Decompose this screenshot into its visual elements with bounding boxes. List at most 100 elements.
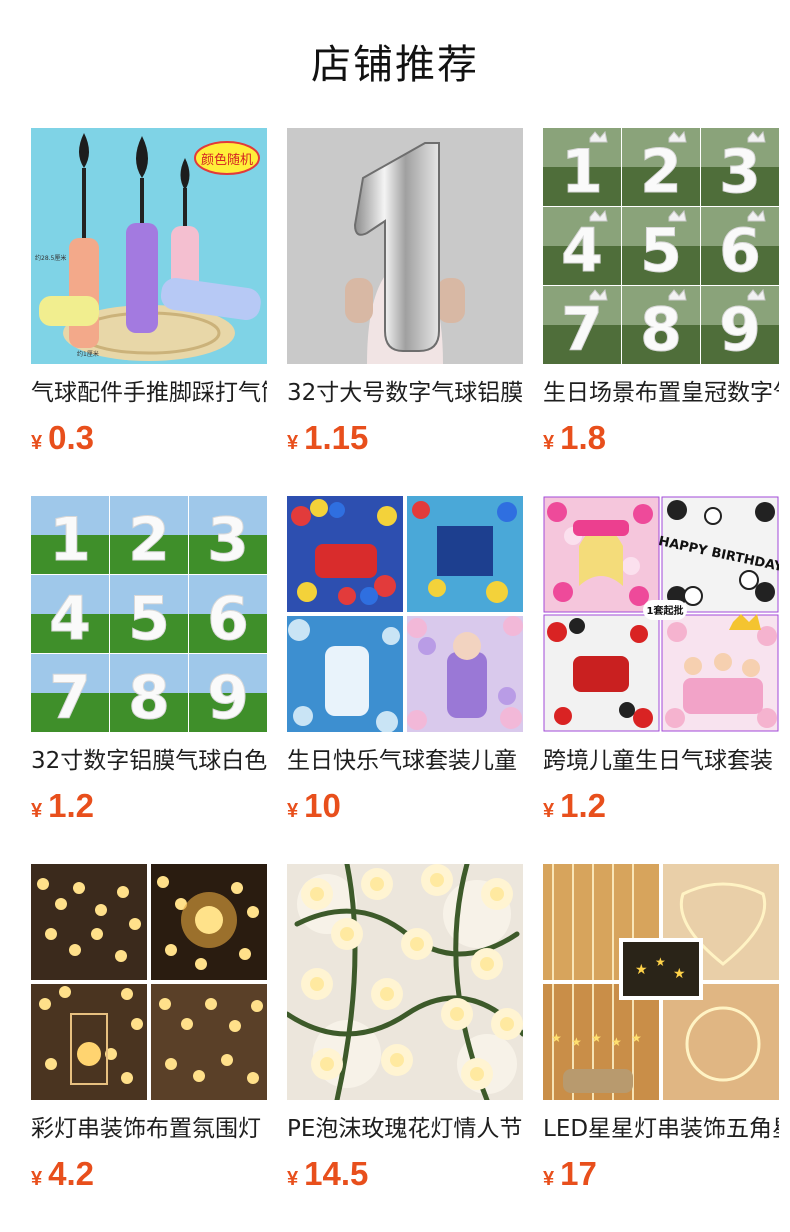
- product-name[interactable]: 跨境儿童生日气球套装: [543, 746, 779, 776]
- product-image: 1 2 3 4 5 6 7 8 9: [543, 128, 779, 364]
- light-dot: [45, 928, 57, 940]
- light-dot: [239, 948, 251, 960]
- currency-symbol: ¥: [31, 432, 43, 454]
- svg-text:★: ★: [551, 1031, 562, 1045]
- light-dot: [55, 898, 67, 910]
- product-card[interactable]: 1 32寸大号数字气球铝膜 ¥1.15: [287, 128, 523, 496]
- currency-symbol: ¥: [287, 432, 299, 454]
- svg-text:★: ★: [673, 965, 686, 981]
- digit-tile: 6: [189, 575, 267, 654]
- product-image: HAPPY BIRTHDAY 1套起批: [543, 496, 779, 732]
- light-dot: [205, 998, 217, 1010]
- width-label: 约1厘米: [77, 350, 99, 358]
- rose-core: [430, 873, 444, 887]
- light-dot: [195, 958, 207, 970]
- digit-tile: 8: [622, 286, 700, 364]
- rose-core: [380, 987, 394, 1001]
- product-price: ¥4.2: [31, 1154, 267, 1194]
- product-name[interactable]: 彩灯串装饰布置氛围灯: [31, 1114, 267, 1144]
- rose-core: [390, 1053, 404, 1067]
- product-grid: 颜色随机 约28.5厘米 约1厘米 气球配件手推脚踩打气筒 ¥0.3 32寸大号…: [31, 128, 779, 1232]
- product-image: [31, 864, 267, 1100]
- rose-core: [310, 977, 324, 991]
- rose-core: [340, 927, 354, 941]
- product-card[interactable]: 颜色随机 约28.5厘米 约1厘米 气球配件手推脚踩打气筒 ¥0.3: [31, 128, 267, 496]
- product-name[interactable]: 生日快乐气球套装儿童: [287, 746, 523, 776]
- digit-tile: 7: [31, 654, 109, 732]
- currency-symbol: ¥: [287, 800, 299, 822]
- product-name[interactable]: 生日场景布置皇冠数字气球: [543, 378, 779, 408]
- product-name[interactable]: PE泡沫玫瑰花灯情人节: [287, 1114, 523, 1144]
- light-dot: [157, 876, 169, 888]
- section-title: 店铺推荐: [311, 42, 479, 88]
- svg-text:★: ★: [591, 1031, 602, 1045]
- product-name[interactable]: 32寸大号数字气球铝膜: [287, 378, 523, 408]
- digit-tile: 7: [543, 286, 621, 364]
- currency-symbol: ¥: [31, 1168, 43, 1190]
- rose-core: [320, 1057, 334, 1071]
- rose-core: [500, 1017, 514, 1031]
- light-dot: [193, 1070, 205, 1082]
- currency-symbol: ¥: [31, 800, 43, 822]
- svg-text:★: ★: [571, 1035, 582, 1049]
- digit-tile: 6: [701, 207, 779, 286]
- digit-tile: 3: [189, 496, 267, 575]
- product-name[interactable]: 32寸数字铝膜气球白色: [31, 746, 267, 776]
- product-card[interactable]: ★ ★ ★ ★ ★ ★ ★ ★ LED星星灯串装饰五角星 ¥17: [543, 864, 779, 1232]
- light-dot: [91, 928, 103, 940]
- digit-glyph: 1: [49, 505, 91, 575]
- light-dot: [165, 1058, 177, 1070]
- light-dot: [95, 904, 107, 916]
- light-dot: [117, 886, 129, 898]
- price-value: 1.8: [560, 419, 606, 456]
- currency-symbol: ¥: [543, 432, 555, 454]
- rose-core: [310, 887, 324, 901]
- product-card[interactable]: 生日快乐气球套装儿童 ¥10: [287, 496, 523, 864]
- digit-grid: 1 2 3 4 5 6 7 8 9: [543, 128, 779, 364]
- product-price: ¥14.5: [287, 1154, 523, 1194]
- digit-glyph: 8: [128, 663, 170, 732]
- product-card[interactable]: 123 456 789 32寸数字铝膜气球白色 ¥1.2: [31, 496, 267, 864]
- light-dot: [121, 1072, 133, 1084]
- digit-tile: 8: [110, 654, 188, 732]
- min-order-label: 1套起批: [647, 604, 684, 617]
- price-value: 14.5: [304, 1155, 369, 1192]
- light-dot: [115, 950, 127, 962]
- svg-text:★: ★: [611, 1035, 622, 1049]
- product-card[interactable]: 123 456 789 生日场景布置皇冠数字气球 ¥1.8: [543, 128, 779, 496]
- digit-tile: 2: [110, 496, 188, 575]
- product-name[interactable]: LED星星灯串装饰五角星: [543, 1114, 779, 1144]
- rose-core: [490, 887, 504, 901]
- product-card[interactable]: PE泡沫玫瑰花灯情人节 ¥14.5: [287, 864, 523, 1232]
- digit-glyph: 8: [640, 295, 682, 364]
- product-price: ¥17: [543, 1154, 779, 1194]
- digit-tile: 4: [543, 207, 621, 286]
- light-dot: [37, 878, 49, 890]
- light-dot: [39, 998, 51, 1010]
- light-dot: [221, 1054, 233, 1066]
- product-image: [287, 496, 523, 732]
- light-dot: [121, 988, 133, 1000]
- product-price: ¥10: [287, 786, 523, 826]
- product-card[interactable]: 彩灯串装饰布置氛围灯 ¥4.2: [31, 864, 267, 1232]
- digit-tile: 2: [622, 128, 700, 207]
- product-card[interactable]: HAPPY BIRTHDAY 1套起批 跨境儿童生日气球套装 ¥1.2: [543, 496, 779, 864]
- rose-core: [450, 1007, 464, 1021]
- digit-glyph: 7: [49, 663, 91, 732]
- light-dot: [165, 944, 177, 956]
- digit-glyph: 5: [640, 216, 682, 286]
- light-dot: [45, 1058, 57, 1070]
- product-name[interactable]: 气球配件手推脚踩打气筒: [31, 378, 267, 408]
- digit-glyph: 3: [719, 137, 761, 207]
- digit-glyph: 5: [128, 584, 170, 654]
- light-dot: [131, 1018, 143, 1030]
- light-dot: [159, 998, 171, 1010]
- product-image: 1: [287, 128, 523, 364]
- svg-text:★: ★: [631, 1031, 642, 1045]
- price-value: 1.2: [560, 787, 606, 824]
- light-dot: [69, 944, 81, 956]
- rose-core: [480, 957, 494, 971]
- digit-glyph: 6: [719, 216, 761, 286]
- price-value: 4.2: [48, 1155, 94, 1192]
- digit-tile: 4: [31, 575, 109, 654]
